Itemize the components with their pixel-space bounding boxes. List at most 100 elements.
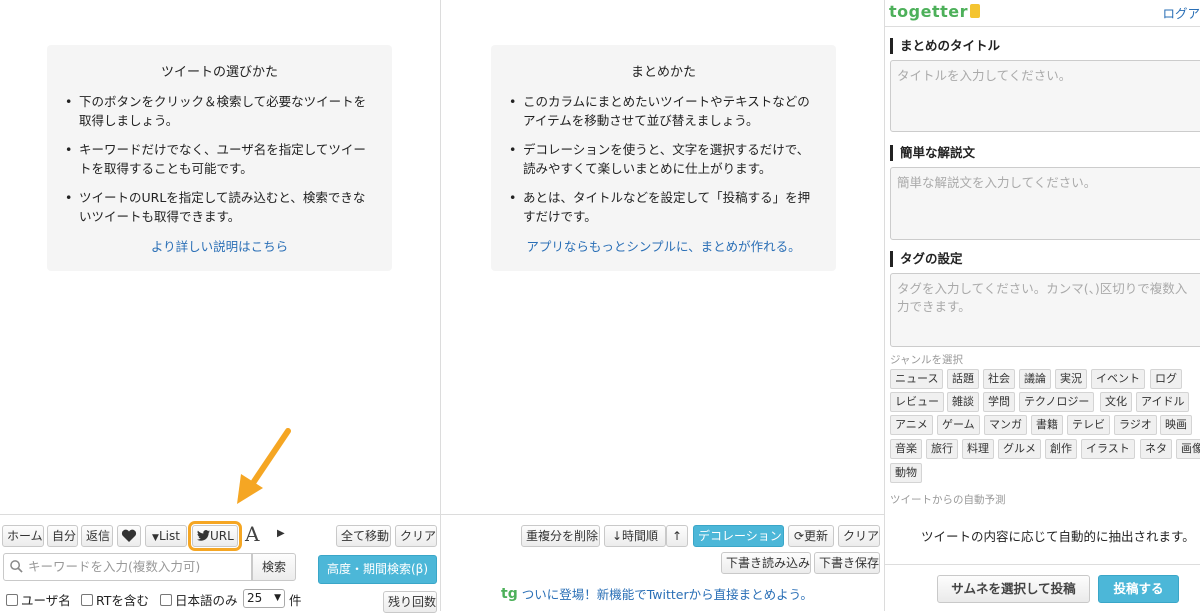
login-link[interactable]: ログア (1162, 3, 1200, 22)
guide-item: このカラムにまとめたいツイートやテキストなどのアイテムを移動させて並び替えましょ… (509, 92, 818, 130)
url-label: URL (210, 529, 234, 543)
caret-down-icon: ▼ (152, 533, 159, 543)
count-unit: 件 (289, 593, 302, 608)
genre-tag[interactable]: 創作 (1045, 439, 1077, 459)
remaining-button[interactable]: 残り回数 (383, 591, 437, 613)
genre-tag[interactable]: グルメ (998, 439, 1041, 459)
dedupe-button[interactable]: 重複分を削除 (521, 525, 600, 547)
advanced-search-button[interactable]: 高度・期間検索(β) (318, 555, 437, 584)
tag-input[interactable]: タグを入力してください。カンマ(、)区切りで複数入力できます。 (890, 273, 1200, 347)
matome-settings-panel: togetter ログア まとめのタイトル タイトルを入力してください。 簡単な… (885, 0, 1200, 611)
genre-tag[interactable]: 動物 (890, 463, 922, 483)
promo-banner[interactable]: tg ついに登場！新機能でTwitterから直接まとめよう。 (501, 584, 813, 603)
matome-guide: まとめかた このカラムにまとめたいツイートやテキストなどのアイテムを移動させて並… (491, 45, 836, 271)
guide-title: まとめかた (630, 65, 696, 80)
genre-tag[interactable]: 書籍 (1031, 415, 1063, 435)
genre-tag[interactable]: テクノロジー (1019, 392, 1095, 412)
search-icon (10, 560, 23, 573)
save-draft-button[interactable]: 下書き保存 (814, 552, 880, 574)
genre-tag[interactable]: レビュー (890, 392, 944, 412)
genre-tag[interactable]: ゲーム (937, 415, 980, 435)
app-link[interactable]: アプリならもっとシンプルに、まとめが作れる。 (509, 236, 818, 255)
home-button[interactable]: ホーム (2, 525, 44, 547)
genre-tag[interactable]: ネタ (1140, 439, 1172, 459)
matome-edit-column: まとめかた このカラムにまとめたいツイートやテキストなどのアイテムを移動させて並… (441, 0, 885, 611)
genre-tag[interactable]: 料理 (962, 439, 994, 459)
tag-label: タグの設定 (890, 251, 963, 267)
arrow-down-icon: ↓ (611, 529, 623, 543)
japanese-only-checkbox[interactable]: 日本語のみ (160, 590, 238, 609)
logo-pipe-icon (969, 4, 980, 18)
count-select[interactable]: 25 ▼ (243, 589, 285, 608)
genre-tag[interactable]: 雑談 (947, 392, 979, 412)
genre-tag[interactable]: 旅行 (926, 439, 958, 459)
description-input[interactable]: 簡単な解説文を入力してください。 (890, 167, 1200, 240)
promo-text: ついに登場！新機能でTwitterから直接まとめよう。 (521, 587, 813, 602)
genre-tag[interactable]: 実況 (1055, 369, 1087, 389)
guide-item: 下のボタンをクリック＆検索して必要なツイートを取得しましょう。 (65, 92, 374, 130)
genre-tag[interactable]: 文化 (1100, 392, 1132, 412)
list-label: List (158, 529, 180, 543)
genre-tag[interactable]: テレビ (1067, 415, 1110, 435)
genre-tag[interactable]: 画像 (1176, 439, 1200, 459)
move-all-button[interactable]: 全て移動 (336, 525, 391, 547)
heart-icon (121, 529, 137, 542)
guide-title: ツイートの選びかた (160, 65, 278, 80)
togetter-logo: togetter (889, 2, 980, 21)
genre-tag[interactable]: ラジオ (1114, 415, 1157, 435)
description-label: 簡単な解説文 (890, 145, 975, 161)
edit-toolbar: 重複分を削除 ↓時間順 ↑ デコレーション ⟳更新 クリア 下書き読み込み 下書… (441, 514, 884, 611)
arrow-up-button[interactable]: ↑ (666, 525, 688, 547)
genre-tag[interactable]: 学問 (983, 392, 1015, 412)
load-draft-button[interactable]: 下書き読み込み (721, 552, 811, 574)
search-button[interactable]: 検索 (252, 553, 296, 581)
decoration-button[interactable]: デコレーション (693, 525, 784, 547)
genre-tag[interactable]: 映画 (1160, 415, 1192, 435)
genre-tag[interactable]: イベント (1091, 369, 1145, 389)
reply-button[interactable]: 返信 (81, 525, 113, 547)
time-order-button[interactable]: ↓時間順 (604, 525, 666, 547)
tweet-search-column: ツイートの選びかた 下のボタンをクリック＆検索して必要なツイートを取得しましょう… (0, 0, 441, 613)
togetter-logo-icon: tg (501, 585, 518, 602)
auto-predict-label: ツイートからの自動予測 (890, 494, 1006, 506)
select-thumbnail-post-button[interactable]: サムネを選択して投稿 (937, 575, 1090, 603)
auto-predict-text: ツイートの内容に応じて自動的に抽出されます。 (921, 529, 1195, 544)
genre-tag[interactable]: ログ (1150, 369, 1182, 389)
search-placeholder: キーワードを入力(複数入力可) (28, 559, 201, 574)
twitter-bird-icon (197, 530, 210, 541)
clear-button[interactable]: クリア (395, 525, 437, 547)
arrow-indicator-icon (237, 428, 291, 504)
guide-item: あとは、タイトルなどを設定して「投稿する」を押すだけです。 (509, 188, 818, 226)
select-caret-icon: ▼ (274, 593, 281, 603)
post-button[interactable]: 投稿する (1098, 575, 1179, 603)
list-button[interactable]: ▼List (145, 525, 187, 547)
arrow-up-icon: ↑ (671, 529, 683, 543)
rt-checkbox[interactable]: RTを含む (81, 590, 149, 609)
genre-label: ジャンルを選択 (890, 354, 963, 366)
genre-tag[interactable]: マンガ (984, 415, 1027, 435)
genre-tag[interactable]: アニメ (890, 415, 933, 435)
genre-tag[interactable]: ニュース (890, 369, 944, 389)
post-footer: サムネを選択して投稿 投稿する (885, 564, 1200, 611)
genre-tag[interactable]: 議論 (1019, 369, 1051, 389)
keyword-search-input[interactable]: キーワードを入力(複数入力可) (3, 553, 252, 581)
tweet-selection-guide: ツイートの選びかた 下のボタンをクリック＆検索して必要なツイートを取得しましょう… (47, 45, 392, 271)
url-button[interactable]: URL (188, 521, 242, 551)
genre-tag[interactable]: 音楽 (890, 439, 922, 459)
guide-item: キーワードだけでなく、ユーザ名を指定してツイートを取得することも可能です。 (65, 140, 374, 178)
genre-tag[interactable]: イラスト (1081, 439, 1135, 459)
genre-tag[interactable]: 社会 (983, 369, 1015, 389)
font-size-button[interactable]: A (245, 522, 259, 546)
self-button[interactable]: 自分 (47, 525, 78, 547)
guide-more-link[interactable]: より詳しい説明はこちら (65, 236, 374, 255)
refresh-button[interactable]: ⟳更新 (788, 525, 834, 547)
favorite-button[interactable] (117, 525, 141, 547)
genre-tag[interactable]: アイドル (1136, 392, 1190, 412)
user-checkbox[interactable]: ユーザ名 (6, 590, 71, 609)
more-arrow-icon[interactable]: ▶ (277, 528, 285, 539)
title-input[interactable]: タイトルを入力してください。 (890, 60, 1200, 132)
guide-item: ツイートのURLを指定して読み込むと、検索できないツイートも取得できます。 (65, 188, 374, 226)
genre-tag[interactable]: 話題 (947, 369, 979, 389)
clear-button[interactable]: クリア (838, 525, 880, 547)
refresh-icon: ⟳ (793, 529, 805, 543)
